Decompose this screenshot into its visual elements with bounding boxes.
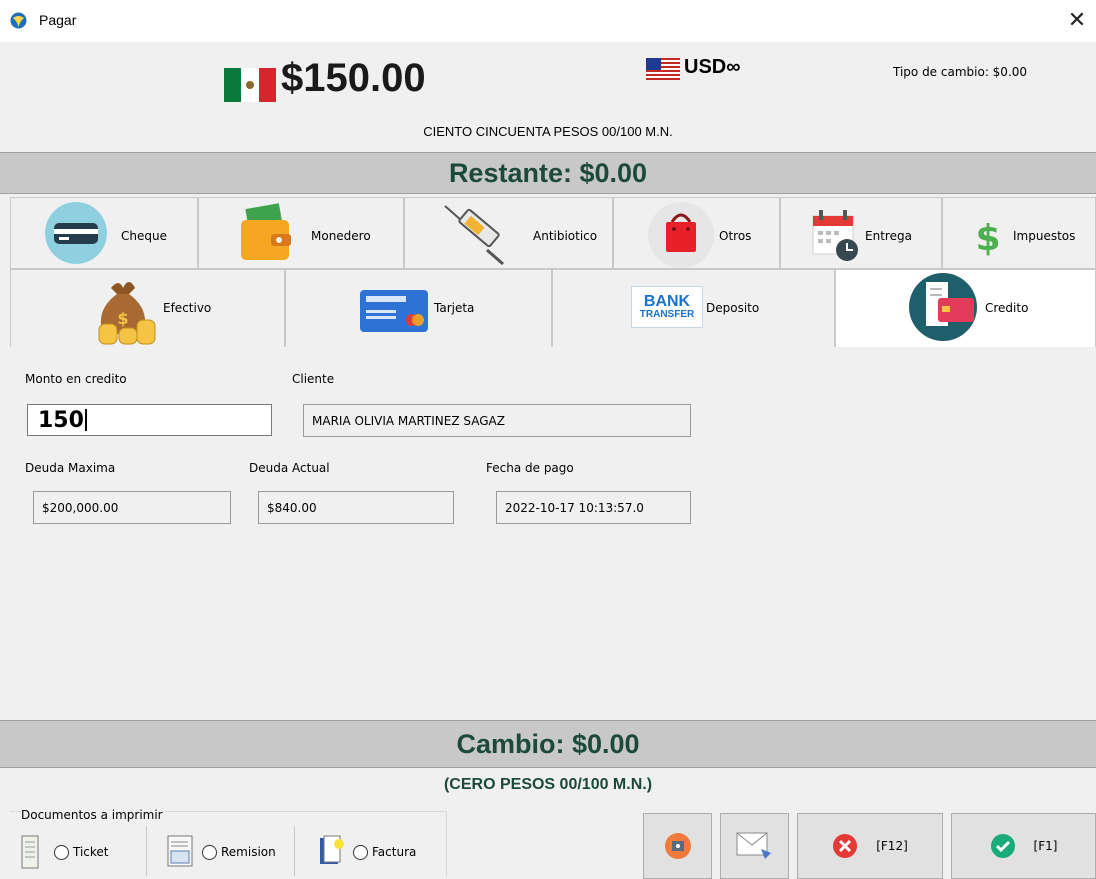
tab-cheque[interactable]: Cheque — [10, 197, 198, 269]
tab-antibiotico[interactable]: Antibiotico — [404, 197, 613, 269]
payment-tabs-bottom: $ Efectivo Tarjeta BANK TRANSFER Deposit… — [10, 269, 1096, 348]
tab-tarjeta[interactable]: Tarjeta — [285, 269, 552, 348]
text-caret — [84, 409, 87, 431]
tab-efectivo[interactable]: $ Efectivo — [10, 269, 285, 348]
credit-amount-value: 150 — [38, 407, 84, 433]
factura-label: Factura — [372, 845, 417, 859]
check-card-icon — [45, 202, 107, 264]
credit-card-icon — [360, 290, 428, 332]
factura-option[interactable]: Factura — [317, 832, 416, 872]
tab-credito[interactable]: Credito — [835, 269, 1096, 348]
tab-deposito[interactable]: BANK TRANSFER Deposito — [552, 269, 835, 348]
calendar-clock-icon — [812, 210, 858, 261]
svg-text:$: $ — [117, 309, 128, 328]
credit-amount-label: Monto en credito — [25, 372, 127, 386]
currency-label: USD∞ — [684, 56, 741, 78]
remaining-bar: Restante: $0.00 — [0, 152, 1096, 194]
ticket-radio[interactable] — [54, 844, 69, 860]
ticket-label: Ticket — [73, 845, 109, 859]
tab-label: Monedero — [311, 229, 371, 243]
credit-receipt-icon — [909, 273, 977, 341]
factura-radio[interactable] — [353, 844, 368, 860]
tab-label: Credito — [985, 301, 1029, 315]
app-icon — [10, 12, 27, 29]
max-debt-field[interactable]: $200,000.00 — [33, 491, 231, 524]
dollar-icon: $ — [975, 218, 1000, 256]
divider — [146, 826, 147, 876]
credit-amount-input[interactable]: 150 — [27, 404, 272, 436]
change-bar: Cambio: $0.00 — [0, 720, 1096, 768]
pay-date-label: Fecha de pago — [486, 461, 574, 475]
max-debt-label: Deuda Maxima — [25, 461, 116, 475]
transfer-badge-text: TRANSFER — [639, 309, 695, 320]
cash-drawer-button[interactable] — [643, 813, 712, 879]
cancel-button[interactable]: [F12] — [797, 813, 943, 879]
tab-label: Tarjeta — [434, 301, 475, 315]
money-bag-icon: $ — [98, 282, 156, 345]
svg-text:$: $ — [975, 218, 1000, 256]
email-icon — [736, 832, 771, 859]
factura-icon — [320, 835, 344, 864]
change-in-words: (CERO PESOS 00/100 M.N.) — [443, 776, 653, 793]
tab-impuestos[interactable]: $ Impuestos — [942, 197, 1096, 269]
tab-label: Impuestos — [1013, 229, 1076, 243]
window-title: Pagar — [39, 12, 77, 28]
client-label: Cliente — [292, 372, 335, 386]
tab-label: Otros — [719, 229, 752, 243]
cancel-shortcut: [F12] — [876, 839, 908, 853]
tab-monedero[interactable]: Monedero — [198, 197, 404, 269]
payment-tabs-top: Cheque Monedero Antibiotico Otros Entreg… — [10, 197, 1096, 269]
divider — [294, 826, 295, 876]
total-amount: $150.00 — [281, 56, 426, 100]
tab-label: Entrega — [865, 229, 912, 243]
usa-flag-icon — [646, 58, 680, 80]
close-button[interactable]: ✕ — [1058, 4, 1096, 36]
current-debt-label: Deuda Actual — [249, 461, 330, 475]
tab-label: Cheque — [121, 229, 167, 243]
tab-label: Efectivo — [163, 301, 212, 315]
exchange-rate: Tipo de cambio: $0.00 — [893, 65, 1028, 79]
bank-badge-text: BANK — [643, 293, 691, 310]
tab-label: Deposito — [706, 301, 760, 315]
title-bar: Pagar ✕ — [0, 0, 1096, 42]
syringe-icon — [444, 205, 504, 266]
ticket-icon — [21, 835, 39, 869]
tab-otros[interactable]: Otros — [613, 197, 780, 269]
remision-icon — [167, 835, 193, 867]
ticket-option[interactable]: Ticket — [20, 832, 109, 872]
remision-radio[interactable] — [202, 844, 217, 860]
remision-option[interactable]: Remision — [166, 832, 276, 872]
tab-label: Antibiotico — [533, 229, 598, 243]
remision-label: Remision — [221, 845, 276, 859]
amount-in-words: CIENTO CINCUENTA PESOS 00/100 M.N. — [423, 124, 673, 139]
cancel-icon — [833, 834, 858, 858]
accept-icon — [990, 834, 1015, 858]
email-button[interactable] — [720, 813, 789, 879]
accept-button[interactable]: [F1] — [951, 813, 1096, 879]
current-debt-field[interactable]: $840.00 — [258, 491, 454, 524]
mexico-flag-icon — [224, 68, 276, 102]
bank-transfer-icon: BANK TRANSFER — [631, 286, 703, 328]
cash-drawer-icon — [664, 833, 691, 859]
shopping-bag-icon — [648, 202, 714, 268]
wallet-icon — [241, 203, 291, 260]
client-field[interactable]: MARIA OLIVIA MARTINEZ SAGAZ — [303, 404, 691, 437]
credit-panel — [10, 347, 1096, 720]
documents-title: Documentos a imprimir — [21, 808, 165, 822]
accept-shortcut: [F1] — [1033, 839, 1058, 853]
pay-date-field[interactable]: 2022-10-17 10:13:57.0 — [496, 491, 691, 524]
tab-entrega[interactable]: Entrega — [780, 197, 942, 269]
